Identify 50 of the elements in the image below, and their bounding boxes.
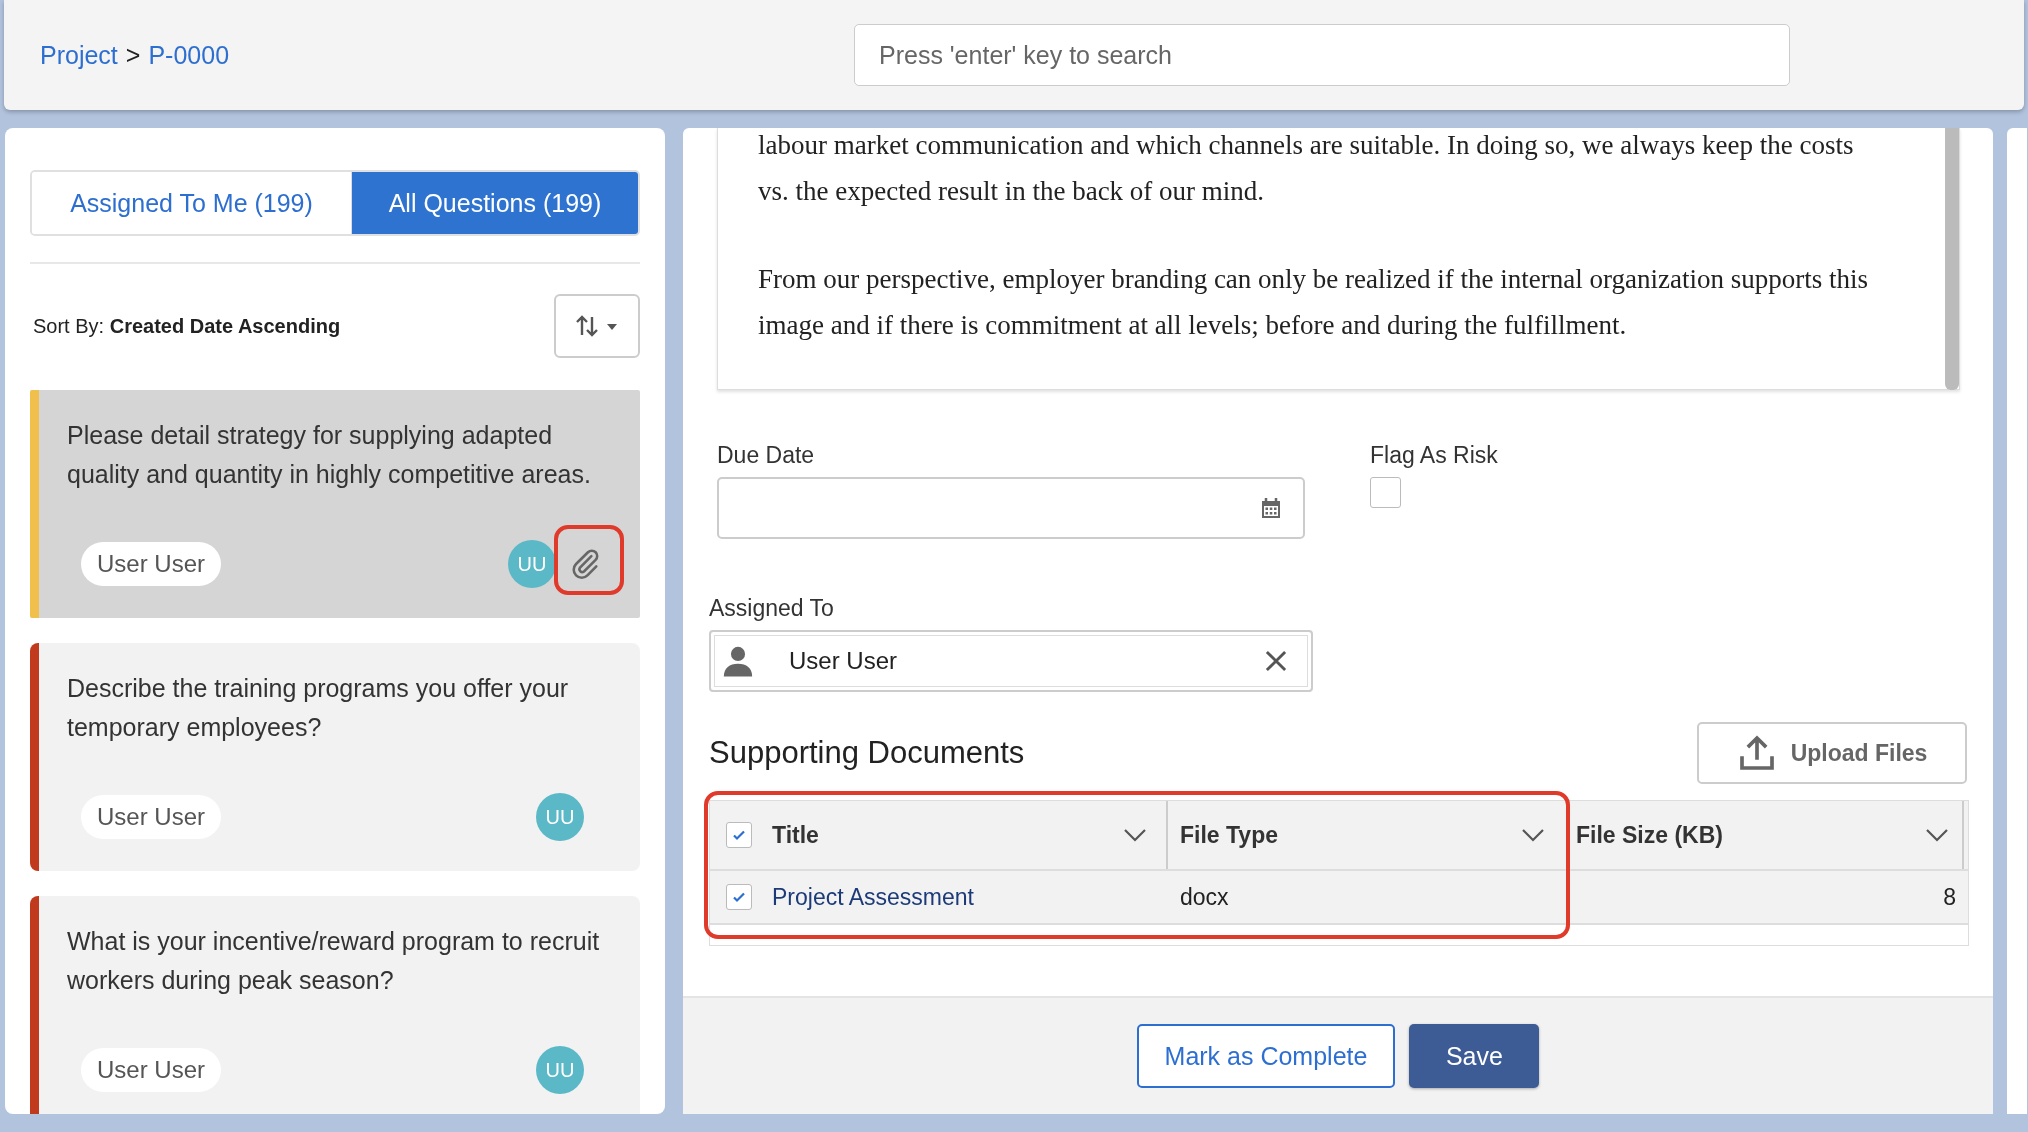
question-text: What is your incentive/reward program to recruit workers during peak season? [67, 926, 601, 996]
chevron-down-icon[interactable] [1520, 827, 1546, 843]
close-icon[interactable] [1263, 648, 1289, 674]
breadcrumb-link[interactable]: Project [40, 40, 118, 70]
filter-tab[interactable]: Assigned To Me (199) [32, 172, 352, 234]
user-avatar: UU [508, 540, 556, 588]
scrollbar-thumb[interactable] [1945, 128, 1959, 390]
action-button[interactable]: Mark as Complete [1136, 1024, 1396, 1088]
question-card[interactable]: Please detail strategy for supplying adapted quality and quantity in highly competitive areas. User User UU [30, 390, 640, 618]
field-label: Due Date [717, 442, 816, 469]
response-paragraph: From our perspective, employer branding can only be realized if the internal organization supports this image and if there is commitment at all levels; before and during the fulfillment. [758, 263, 1869, 342]
assignee-value: User User [789, 647, 898, 675]
assignee-field[interactable]: User User [709, 630, 1313, 692]
filter-tab[interactable]: All Questions (199) [352, 172, 638, 234]
search-field[interactable]: Press 'enter' key to search [854, 24, 1790, 86]
question-text: Describe the training programs you offer your temporary employees? [67, 673, 570, 743]
assignee-tag: User User [81, 542, 221, 586]
table-cell: 8 [1943, 883, 1956, 911]
question-card[interactable]: Describe the training programs you offer your temporary employees? User User UU [30, 643, 640, 871]
sort-icon [575, 313, 619, 339]
field-label: Flag As Risk [1370, 442, 1498, 469]
user-avatar: UU [536, 1046, 584, 1094]
breadcrumb-separator: > [125, 40, 141, 70]
highlight-frame [554, 525, 624, 595]
select-all-checkbox[interactable] [726, 822, 752, 848]
section-heading: Supporting Documents [709, 735, 1025, 771]
action-button[interactable]: Save [1409, 1024, 1540, 1088]
response-paragraph: labour market communication and which channels are suitable. In doing so, we always keep the costs vs. the expected result in the back of our mind. [758, 129, 1855, 208]
date-field[interactable] [717, 477, 1305, 539]
column-header[interactable]: Title [772, 821, 819, 849]
document-link[interactable]: Project Assessment [772, 883, 974, 911]
person-icon [721, 644, 755, 678]
sort-label: Sort By: Created Date Ascending [33, 314, 341, 338]
question-text: Please detail strategy for supplying adapted quality and quantity in highly competitive areas. [67, 420, 592, 490]
upload-files-button[interactable]: Upload Files [1697, 722, 1967, 784]
user-avatar: UU [536, 793, 584, 841]
breadcrumb-link[interactable]: P-0000 [148, 40, 230, 70]
sort-button[interactable] [554, 294, 640, 358]
calendar-icon[interactable] [1259, 496, 1283, 520]
assignee-tag: User User [81, 1048, 221, 1092]
column-header[interactable]: File Type [1180, 821, 1278, 849]
flag-checkbox[interactable] [1370, 477, 1401, 508]
field-label: Assigned To [709, 595, 835, 622]
chevron-down-icon[interactable] [1924, 827, 1950, 843]
row-checkbox[interactable] [726, 884, 752, 910]
chevron-down-icon[interactable] [1122, 827, 1148, 843]
question-card[interactable]: What is your incentive/reward program to recruit workers during peak season? User User UU [30, 896, 640, 1114]
column-header[interactable]: File Size (KB) [1576, 821, 1723, 849]
table-cell: docx [1180, 883, 1229, 911]
assignee-tag: User User [81, 795, 221, 839]
